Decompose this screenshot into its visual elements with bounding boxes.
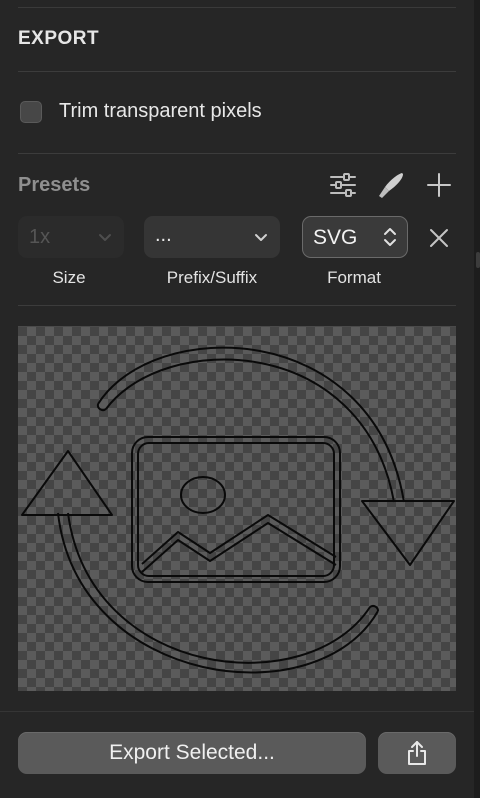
size-select[interactable]: 1x [18,216,124,258]
top-divider [18,7,456,8]
window-edge [474,0,480,798]
divider [18,305,456,306]
chevron-down-icon [98,230,112,248]
trim-label[interactable]: Trim transparent pixels [59,100,262,123]
trim-checkbox[interactable] [20,101,42,123]
prefix-suffix-select[interactable]: ... [144,216,280,258]
knife-icon[interactable] [376,170,406,200]
export-selected-button[interactable]: Export Selected... [18,732,366,774]
share-icon [408,741,426,765]
share-button[interactable] [378,732,456,774]
format-select[interactable]: SVG [302,216,408,258]
size-label: Size [52,268,86,287]
presets-title: Presets [18,174,91,196]
chevron-down-icon [254,230,268,248]
divider [18,71,456,72]
updown-chevron-icon [383,226,397,253]
export-preview [18,326,456,691]
format-value: SVG [313,226,358,249]
footer-divider [0,711,474,712]
format-label: Format [327,268,381,287]
prefix-suffix-label: Prefix/Suffix [166,268,258,287]
section-title: EXPORT [18,28,100,49]
size-value: 1x [29,226,51,248]
divider [18,153,456,154]
prefix-value: ... [155,224,172,246]
remove-preset-icon[interactable] [426,225,452,251]
image-sync-icon [21,346,455,674]
export-panel: EXPORT Trim transparent pixels Presets 1… [0,0,475,798]
plus-icon[interactable] [424,170,454,200]
sliders-icon[interactable] [328,170,358,200]
